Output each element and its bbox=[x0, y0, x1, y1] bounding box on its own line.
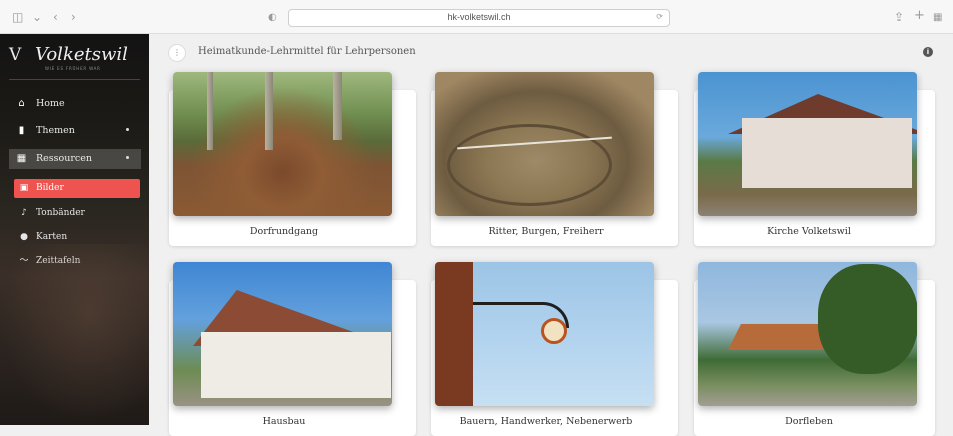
caret-icon bbox=[126, 156, 129, 159]
card-dorfleben[interactable]: Dorfleben bbox=[694, 262, 935, 436]
shield-icon[interactable]: ◐ bbox=[268, 10, 277, 26]
card-image[interactable] bbox=[698, 72, 917, 216]
sidebar-toggle-icon[interactable]: ◫ bbox=[12, 9, 23, 25]
menu-toggle-button[interactable]: ⋮ bbox=[168, 44, 186, 62]
microphone-icon: ♪ bbox=[21, 208, 27, 218]
card-image[interactable] bbox=[435, 262, 654, 406]
sidebar-item-tonbaender[interactable]: ♪ Tonbänder bbox=[14, 204, 140, 223]
card-image[interactable] bbox=[173, 72, 392, 216]
sidebar: V Volketswil WIE ES FRÜHER WAR ⌂ Home ▮ … bbox=[0, 34, 149, 425]
card-caption[interactable]: Dorfleben bbox=[694, 416, 924, 427]
sidebar-divider bbox=[9, 79, 140, 80]
card-kirche[interactable]: Kirche Volketswil bbox=[694, 72, 935, 246]
chevron-down-icon[interactable]: ⌄ bbox=[32, 9, 42, 25]
page-title: Heimatkunde-Lehrmittel für Lehrpersonen bbox=[198, 46, 416, 57]
sidebar-item-home[interactable]: ⌂ Home bbox=[9, 94, 141, 114]
browser-toolbar: ◫ ⌄ ‹ › ◐ hk-volketswil.ch ⟳ ⇪ + ▦ bbox=[0, 0, 953, 34]
map-pin-icon: ● bbox=[20, 232, 28, 242]
sidebar-item-label: Zeittafeln bbox=[36, 256, 81, 266]
sidebar-item-themen[interactable]: ▮ Themen bbox=[9, 121, 141, 141]
card-ritter[interactable]: Ritter, Burgen, Freiherr bbox=[431, 72, 678, 246]
page-header: ⋮ Heimatkunde-Lehrmittel für Lehrpersone… bbox=[149, 34, 953, 70]
book-icon: ▮ bbox=[18, 125, 25, 136]
chevron-left-icon[interactable]: ‹ bbox=[53, 9, 58, 25]
card-dorfrundgang[interactable]: Dorfrundgang bbox=[169, 72, 416, 246]
new-tab-icon[interactable]: + bbox=[914, 8, 925, 24]
card-image[interactable] bbox=[698, 262, 917, 406]
sidebar-item-label: Home bbox=[36, 98, 65, 109]
address-bar[interactable]: hk-volketswil.ch ⟳ bbox=[288, 9, 670, 27]
sidebar-item-karten[interactable]: ● Karten bbox=[14, 228, 140, 247]
card-caption[interactable]: Bauern, Handwerker, Nebenerwerb bbox=[431, 416, 661, 427]
image-icon: ▣ bbox=[19, 183, 29, 193]
card-caption[interactable]: Dorfrundgang bbox=[169, 226, 399, 237]
info-icon[interactable]: i bbox=[923, 47, 933, 57]
sidebar-item-label: Themen bbox=[36, 125, 75, 136]
chevron-right-icon[interactable]: › bbox=[71, 9, 76, 25]
sidebar-item-bilder[interactable]: ▣ Bilder bbox=[14, 179, 140, 198]
share-icon[interactable]: ⇪ bbox=[894, 9, 904, 25]
card-hausbau[interactable]: Hausbau bbox=[169, 262, 416, 436]
brand-logo[interactable]: V Volketswil WIE ES FRÜHER WAR bbox=[9, 42, 144, 72]
card-caption[interactable]: Ritter, Burgen, Freiherr bbox=[431, 226, 661, 237]
brand-name: Volketswil bbox=[35, 44, 128, 65]
sidebar-item-zeittafeln[interactable]: 〜 Zeittafeln bbox=[14, 252, 140, 271]
brand-subtitle: WIE ES FRÜHER WAR bbox=[45, 66, 101, 71]
card-bauern[interactable]: Bauern, Handwerker, Nebenerwerb bbox=[431, 262, 678, 436]
tab-overview-icon[interactable]: ▦ bbox=[933, 10, 942, 26]
card-image[interactable] bbox=[435, 72, 654, 216]
caret-icon bbox=[126, 128, 129, 131]
card-caption[interactable]: Kirche Volketswil bbox=[694, 226, 924, 237]
reload-icon[interactable]: ⟳ bbox=[656, 12, 663, 21]
timeline-icon: 〜 bbox=[19, 256, 29, 266]
sidebar-item-label: Tonbänder bbox=[36, 208, 85, 218]
grid-icon: ▦ bbox=[16, 153, 27, 164]
url-text: hk-volketswil.ch bbox=[447, 12, 511, 22]
card-image[interactable] bbox=[173, 262, 392, 406]
sidebar-item-ressourcen[interactable]: ▦ Ressourcen bbox=[9, 149, 141, 169]
card-caption[interactable]: Hausbau bbox=[169, 416, 399, 427]
home-icon: ⌂ bbox=[18, 98, 25, 109]
brand-letter: V bbox=[9, 45, 22, 65]
sidebar-item-label: Ressourcen bbox=[36, 153, 92, 164]
sidebar-item-label: Karten bbox=[36, 232, 68, 242]
sidebar-item-label: Bilder bbox=[36, 183, 64, 193]
